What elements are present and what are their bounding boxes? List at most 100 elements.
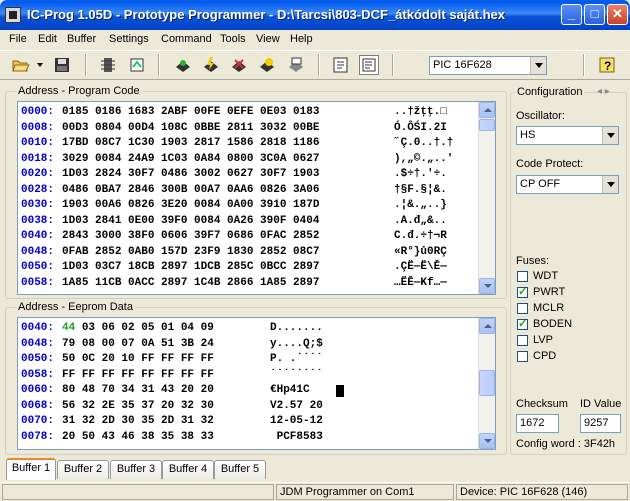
tab-buffer-1[interactable]: Buffer 1 bbox=[6, 458, 56, 480]
settings-button[interactable] bbox=[127, 55, 147, 75]
program-row[interactable]: 0028: 0486 0BA7 2846 300B 00A7 0AA6 0826 … bbox=[21, 183, 447, 198]
tab-buffer-2[interactable]: Buffer 2 bbox=[57, 460, 109, 479]
eeprom-row[interactable]: 0040: 44 03 06 02 05 01 04 09 D....... bbox=[21, 321, 323, 336]
fuse-checkbox-mclr[interactable] bbox=[517, 303, 528, 314]
row-bytes-wrap: 44 03 06 02 05 01 04 09 bbox=[62, 322, 214, 334]
row-address: 0058: bbox=[21, 276, 55, 289]
program-row[interactable]: 0018: 3029 0084 24A9 1C03 0A84 0800 3C0A … bbox=[21, 152, 453, 167]
row-address: 0068: bbox=[21, 399, 55, 412]
oscillator-select[interactable]: HS bbox=[516, 126, 619, 145]
close-button[interactable]: ✕ bbox=[607, 4, 628, 25]
row-bytes: 31 32 2D 30 35 2D 31 32 bbox=[62, 415, 214, 427]
scroll-up-icon[interactable] bbox=[479, 102, 495, 118]
read-chip-icon bbox=[176, 60, 190, 72]
program-row[interactable]: 0048: 0FAB 2852 0AB0 157D 23F9 1830 2852 … bbox=[21, 245, 447, 260]
menu-tools[interactable]: Tools bbox=[220, 30, 246, 48]
help-button[interactable]: ? bbox=[597, 55, 617, 75]
device-select[interactable]: PIC 16F628 bbox=[429, 56, 547, 75]
eeprom-row[interactable]: 0070: 31 32 2D 30 35 2D 31 32 12-05-12 bbox=[21, 414, 323, 429]
read-device-button[interactable] bbox=[173, 55, 193, 75]
minimize-button[interactable]: _ bbox=[561, 4, 582, 25]
program-row[interactable]: 0038: 1D03 2841 0E00 39F0 0084 0A26 390F … bbox=[21, 214, 447, 229]
menu-settings[interactable]: Settings bbox=[109, 30, 149, 48]
row-address: 0028: bbox=[21, 183, 55, 196]
program-row[interactable]: 0050: 1D03 03C7 18CB 2897 1DCB 285C 0BCC … bbox=[21, 260, 447, 275]
row-ascii: €Hp41C bbox=[270, 384, 323, 396]
fuse-checkbox-boden[interactable] bbox=[517, 317, 528, 330]
chevron-down-icon[interactable] bbox=[530, 57, 546, 74]
panel-nav-icon[interactable]: ◂ ▸ bbox=[597, 86, 610, 97]
tab-buffer-3[interactable]: Buffer 3 bbox=[110, 460, 162, 479]
configuration-button[interactable] bbox=[98, 55, 118, 75]
menu-edit[interactable]: Edit bbox=[38, 30, 57, 48]
verify-device-button[interactable] bbox=[257, 55, 277, 75]
scroll-down-icon[interactable] bbox=[479, 433, 495, 449]
eeprom-title: Address - Eeprom Data bbox=[16, 301, 135, 313]
tab-buffer-5[interactable]: Buffer 5 bbox=[214, 460, 266, 479]
row-address: 0048: bbox=[21, 337, 55, 350]
row-bytes: 03 06 02 05 01 04 09 bbox=[75, 322, 214, 334]
chevron-down-icon[interactable] bbox=[602, 176, 618, 193]
program-row[interactable]: 0010: 17BD 08C7 1C30 1903 2817 1586 2818 … bbox=[21, 136, 453, 151]
program-row[interactable]: 0058: 1A85 11CB 0ACC 2897 1C4B 2866 1A85 … bbox=[21, 276, 447, 291]
scroll-up-icon[interactable] bbox=[479, 318, 495, 334]
scroll-down-icon[interactable] bbox=[479, 278, 495, 294]
id-value-field[interactable]: 9257 bbox=[580, 414, 621, 433]
menu-buffer[interactable]: Buffer bbox=[67, 30, 96, 48]
row-words: 1903 00A6 0826 3E20 0084 0A00 3910 187D bbox=[62, 199, 320, 211]
program-device-button[interactable] bbox=[201, 55, 221, 75]
fuse-label-lvp: LVP bbox=[533, 334, 553, 346]
program-row[interactable]: 0030: 1903 00A6 0826 3E20 0084 0A00 3910 … bbox=[21, 198, 447, 213]
open-file-button[interactable] bbox=[11, 55, 31, 75]
row-words: 2843 3000 38F0 0606 39F7 0686 0FAC 2852 bbox=[62, 230, 320, 242]
save-button[interactable] bbox=[52, 55, 72, 75]
config-word: Config word : 3F42h bbox=[516, 438, 616, 450]
fuse-checkbox-wdt[interactable] bbox=[517, 271, 528, 282]
chevron-down-icon[interactable] bbox=[602, 127, 618, 144]
compare-button[interactable] bbox=[286, 55, 306, 75]
eeprom-row[interactable]: 0068: 56 32 2E 35 37 20 32 30 V2.57 20 bbox=[21, 399, 323, 414]
assembler-view-button[interactable] bbox=[331, 55, 351, 75]
row-address: 0050: bbox=[21, 353, 55, 365]
open-dropdown-icon[interactable] bbox=[37, 63, 43, 67]
row-bytes-wrap: 80 48 70 34 31 43 20 20 bbox=[62, 384, 214, 396]
hex-view-button[interactable] bbox=[359, 55, 379, 75]
scroll-thumb[interactable] bbox=[479, 370, 495, 396]
program-code-title: Address - Program Code bbox=[16, 85, 142, 97]
tab-buffer-4[interactable]: Buffer 4 bbox=[162, 460, 214, 479]
app-icon[interactable] bbox=[5, 7, 21, 23]
eeprom-scrollbar[interactable] bbox=[478, 318, 495, 449]
program-chip-icon bbox=[204, 57, 218, 72]
code-protect-label: Code Protect: bbox=[516, 158, 584, 170]
program-scrollbar[interactable] bbox=[478, 102, 495, 294]
fuse-checkbox-cpd[interactable] bbox=[517, 351, 528, 362]
program-row[interactable]: 0008: 00D3 0804 00D4 108C 0BBE 2811 3032 … bbox=[21, 121, 447, 136]
menu-command[interactable]: Command bbox=[161, 30, 212, 48]
fuse-checkbox-lvp[interactable] bbox=[517, 335, 528, 346]
menu-help[interactable]: Help bbox=[290, 30, 313, 48]
program-row[interactable]: 0000: 0185 0186 1683 2ABF 00FE 0EFE 0E03 … bbox=[21, 105, 447, 120]
erase-device-button[interactable] bbox=[229, 55, 249, 75]
eeprom-hex-view[interactable]: 0040: 44 03 06 02 05 01 04 09 D....... 0048… bbox=[17, 317, 496, 450]
maximize-button[interactable]: □ bbox=[584, 4, 605, 25]
fuse-checkbox-pwrt[interactable] bbox=[517, 285, 528, 298]
scroll-thumb[interactable] bbox=[479, 119, 495, 131]
eeprom-row[interactable]: 0050: 50 0C 20 10 FF FF FF FF P. .˙˙˙˙ bbox=[21, 352, 323, 367]
row-words: 00D3 0804 00D4 108C 0BBE 2811 3032 00BE bbox=[62, 121, 320, 134]
menu-view[interactable]: View bbox=[256, 30, 280, 48]
code-protect-select[interactable]: CP OFF bbox=[516, 175, 619, 194]
program-code-hex-view[interactable]: 0000: 0185 0186 1683 2ABF 00FE 0EFE 0E03 … bbox=[17, 101, 496, 295]
eeprom-row[interactable]: 0048: 79 08 00 07 0A 51 3B 24 y....Q;$ bbox=[21, 337, 323, 352]
eeprom-row[interactable]: 0060: 80 48 70 34 31 43 20 20 €Hp41C bbox=[21, 383, 344, 398]
text-cursor bbox=[336, 385, 344, 397]
row-address: 0030: bbox=[21, 199, 55, 211]
close-icon: ✕ bbox=[612, 6, 623, 21]
program-row[interactable]: 0040: 2843 3000 38F0 0606 39F7 0686 0FAC … bbox=[21, 229, 447, 244]
fuse-label-pwrt: PWRT bbox=[533, 286, 566, 298]
id-value-label: ID Value bbox=[580, 398, 622, 410]
eeprom-row[interactable]: 0078: 20 50 43 46 38 35 38 33 PCF8583 bbox=[21, 430, 323, 445]
menu-file[interactable]: File bbox=[9, 30, 27, 48]
program-row[interactable]: 0020: 1D03 2824 30F7 0486 3002 0627 30F7 … bbox=[21, 167, 447, 182]
row-bytes-wrap: 79 08 00 07 0A 51 3B 24 bbox=[62, 338, 214, 350]
eeprom-row[interactable]: 0058: FF FF FF FF FF FF FF FF ˙˙˙˙˙˙˙˙ bbox=[21, 368, 323, 383]
